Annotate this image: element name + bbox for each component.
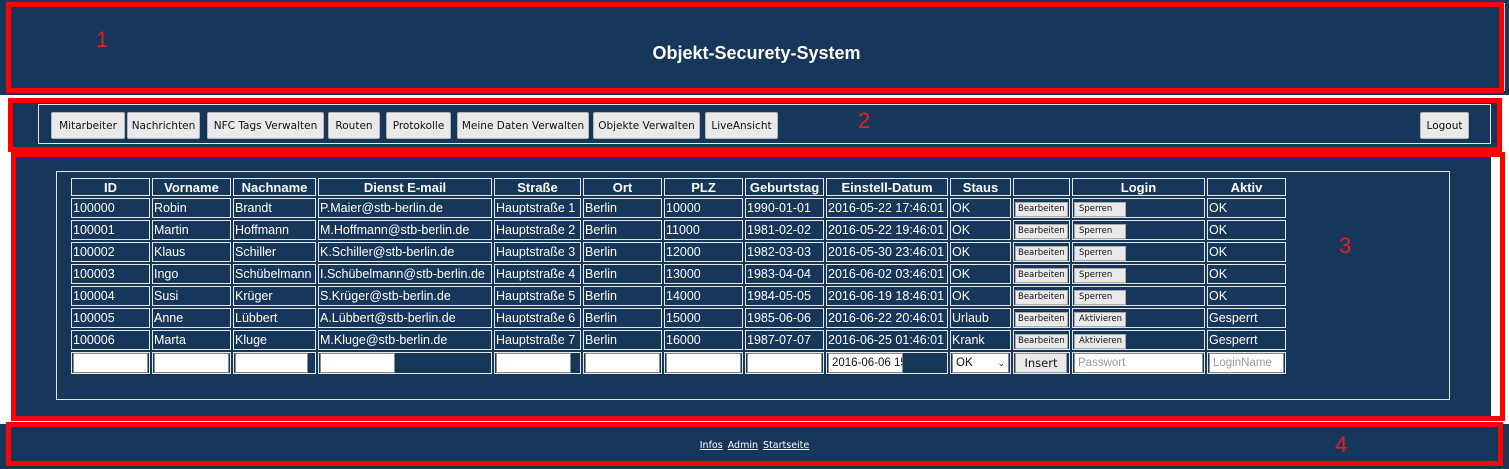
annotation-box-3 <box>11 152 1505 421</box>
annotation-box-2 <box>8 98 1502 152</box>
annotation-label-2: 2 <box>858 108 871 133</box>
annotation-label-1: 1 <box>96 27 109 52</box>
annotation-label-3: 3 <box>1339 233 1352 258</box>
annotation-box-1 <box>6 2 1504 93</box>
annotation-label-4: 4 <box>1335 432 1348 457</box>
annotation-box-4 <box>6 422 1503 466</box>
